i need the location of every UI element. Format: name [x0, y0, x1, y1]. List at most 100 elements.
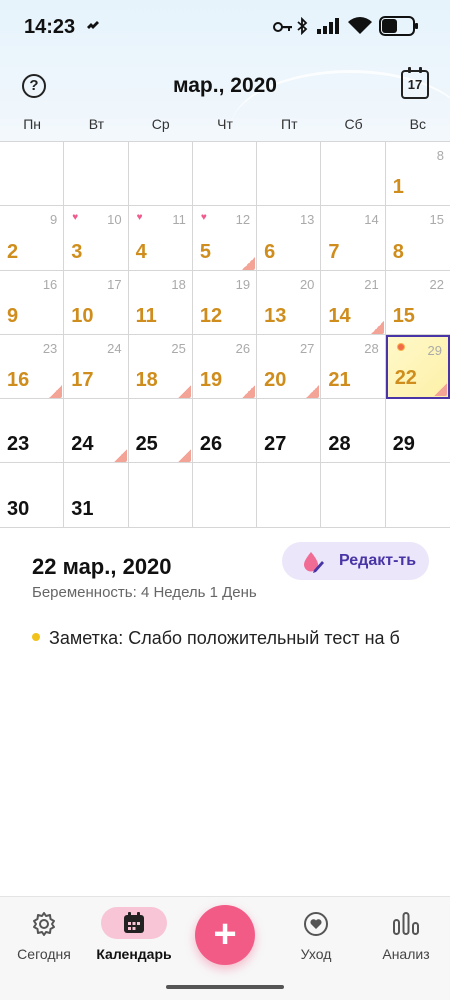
- note-indicator-icon: [242, 256, 256, 270]
- day-number: 13: [264, 304, 287, 327]
- cycle-day-number: 14: [364, 212, 379, 228]
- cycle-day-number: 27: [299, 340, 315, 356]
- day-number: 7: [328, 240, 340, 263]
- note-indicator-icon: [177, 449, 191, 463]
- day-number: 17: [71, 369, 94, 392]
- calendar-day[interactable]: 25: [129, 399, 193, 464]
- day-number: 15: [392, 304, 415, 327]
- calendar-day[interactable]: 30: [0, 463, 65, 528]
- home-indicator[interactable]: [166, 985, 284, 989]
- wifi-icon: [348, 17, 372, 34]
- note-indicator-icon: [242, 385, 256, 399]
- add-button[interactable]: +: [195, 905, 255, 965]
- calendar-day: [64, 142, 129, 207]
- calendar-week-row: 81: [0, 142, 450, 207]
- gear-icon: [33, 912, 55, 936]
- calendar-day[interactable]: 28 21: [321, 334, 386, 400]
- day-number: 18: [135, 369, 158, 392]
- signal-icon: [317, 18, 339, 34]
- nav-analysis[interactable]: Анализ: [362, 897, 450, 987]
- day-number: 30: [7, 497, 30, 520]
- nav-calendar-label: Календарь: [96, 946, 172, 962]
- weekday-label: Пт: [281, 116, 298, 132]
- calendar-week-row: 16 9 17 10 18 11 19 12 20 13 21 14 22 15: [0, 270, 450, 335]
- calendar-day[interactable]: 27 20: [257, 334, 322, 400]
- month-title[interactable]: мар., 2020: [0, 74, 450, 98]
- calendar-day[interactable]: 15 8: [386, 206, 450, 270]
- calendar-day[interactable]: 23: [0, 399, 65, 464]
- cycle-day-number: 11: [172, 212, 186, 228]
- calendar-day[interactable]: ♥ 12 5: [193, 206, 258, 271]
- calendar-day[interactable]: 16 9: [0, 270, 65, 335]
- calendar-day: [129, 142, 193, 207]
- calendar-day: [129, 463, 193, 528]
- note-indicator-icon: [177, 385, 191, 399]
- calendar-day[interactable]: 26 19: [193, 334, 258, 400]
- calendar-day[interactable]: 26: [193, 399, 258, 464]
- today-calendar-button[interactable]: 17: [401, 67, 429, 99]
- calendar-day[interactable]: 22 15: [386, 271, 450, 335]
- calendar-day-selected[interactable]: 29 22: [385, 334, 450, 400]
- day-number: 11: [135, 304, 157, 327]
- calendar-day[interactable]: 81: [386, 142, 450, 206]
- weekday-label: Пн: [23, 116, 42, 132]
- calendar-day[interactable]: 27: [257, 399, 322, 464]
- heart-icon: ♥: [72, 212, 79, 224]
- weekday-label: Ср: [151, 116, 170, 132]
- day-number: 1: [392, 176, 404, 199]
- nav-care[interactable]: Уход: [272, 897, 360, 987]
- calendar-day[interactable]: 13 6: [257, 206, 322, 271]
- day-number: 12: [199, 304, 223, 327]
- calendar-day[interactable]: 17 10: [64, 270, 129, 335]
- calendar-day[interactable]: 21 14: [321, 270, 386, 335]
- status-bar: 14:23: [0, 0, 450, 52]
- cycle-day-number: 17: [107, 276, 122, 292]
- note-indicator-icon: [113, 449, 127, 463]
- cycle-day-number: 29: [427, 342, 442, 358]
- cycle-day-number: 13: [299, 212, 315, 228]
- calendar-day[interactable]: 29: [386, 399, 450, 463]
- heart-icon: ♥: [136, 212, 143, 224]
- calendar-day[interactable]: 31: [64, 463, 129, 528]
- day-number: 9: [7, 304, 19, 327]
- weekday-label: Сб: [344, 116, 363, 132]
- calendar-day[interactable]: 18 11: [129, 270, 193, 335]
- bluetooth-icon: [297, 17, 308, 35]
- calendar-day[interactable]: 19 12: [193, 270, 258, 335]
- calendar-day[interactable]: 20 13: [257, 270, 322, 335]
- cycle-day-number: 15: [429, 212, 444, 228]
- pregnancy-status: Беременность: 4 Недель 1 День: [32, 584, 257, 601]
- calendar-day[interactable]: ♥ 10 3: [64, 206, 129, 271]
- calendar-day[interactable]: 23 16: [0, 334, 65, 400]
- calendar-grid: 8 1 9 2 ♥ 10 3 ♥ 11 4 ♥ 12 5 13 6 14 7 15 8 16 9 17 10 18 11 19 12…: [0, 141, 450, 528]
- calendar-icon: [124, 912, 144, 933]
- calendar-day: [193, 142, 258, 207]
- nav-calendar[interactable]: Календарь: [88, 897, 180, 987]
- calendar-day[interactable]: 14 7: [321, 206, 386, 271]
- day-number: 3: [71, 240, 83, 263]
- cycle-day-number: 9: [50, 212, 58, 228]
- calendar-day[interactable]: ♥ 11 4: [129, 206, 193, 271]
- nav-today[interactable]: Сегодня: [0, 897, 88, 987]
- calendar-day[interactable]: 28: [321, 399, 386, 464]
- cycle-day-number: 22: [429, 276, 444, 292]
- weekday-label: Чт: [217, 116, 233, 132]
- day-number: 29: [392, 433, 415, 456]
- selected-date: 22 мар., 2020: [32, 554, 172, 579]
- bar-chart-icon: [393, 912, 419, 935]
- note-indicator-icon: [306, 385, 320, 399]
- calendar-week-row: 23 16 24 17 25 18 26 19 27 20 28 21 29 22: [0, 334, 450, 400]
- cycle-day-number: 23: [42, 340, 58, 356]
- calendar-day[interactable]: 25 18: [129, 334, 193, 400]
- day-number: 5: [199, 240, 211, 263]
- edit-button[interactable]: Редакт-ть: [282, 542, 429, 580]
- day-number: 4: [135, 240, 147, 263]
- day-number: 25: [135, 433, 158, 456]
- calendar-day[interactable]: 24 17: [64, 334, 129, 400]
- calendar-day[interactable]: 24: [64, 399, 129, 464]
- nav-analysis-label: Анализ: [382, 946, 430, 962]
- day-number: 31: [71, 497, 94, 520]
- heart-icon: [304, 912, 328, 936]
- calendar-day[interactable]: 92: [0, 206, 65, 271]
- drop-pencil-icon: [304, 552, 324, 573]
